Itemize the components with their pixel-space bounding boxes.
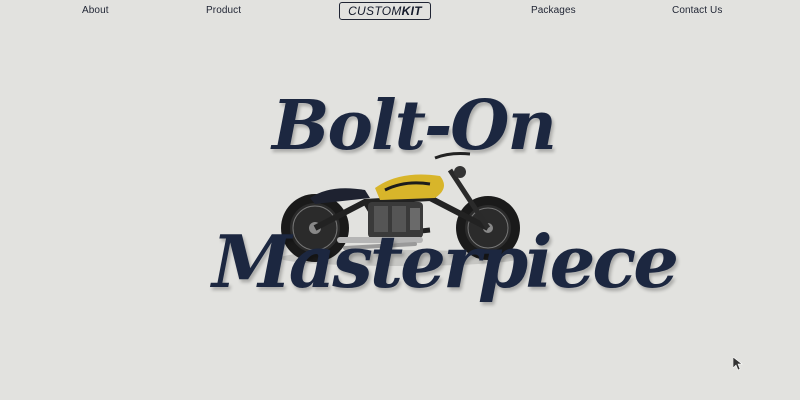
landing-page: About Product CUSTOM KIT Packages Contact… bbox=[0, 0, 800, 400]
mouse-pointer-icon bbox=[733, 357, 743, 371]
hero-section: Bolt-On Masterpiece bbox=[0, 0, 800, 400]
hero-title-line-2: Masterpiece bbox=[212, 219, 679, 304]
